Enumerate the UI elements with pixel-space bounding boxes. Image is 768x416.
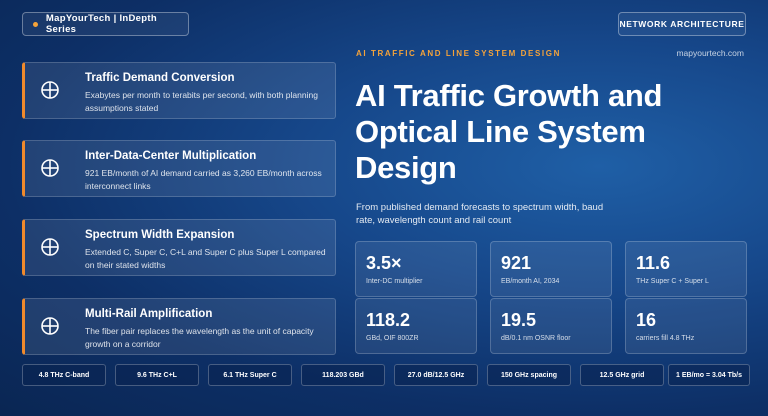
page-subtitle: From published demand forecasts to spect… [356, 202, 604, 226]
stat-label: carriers fill 4.8 THz [636, 335, 695, 342]
card-title: Traffic Demand Conversion [85, 72, 235, 84]
bullet-dot-icon [33, 21, 38, 27]
category-label: NETWORK ARCHITECTURE [619, 19, 745, 29]
spec-chip: 27.0 dB/12.5 GHz [394, 364, 478, 386]
card-description: Extended C, Super C, C+L and Super C plu… [85, 247, 326, 270]
stat-label: THz Super C + Super L [636, 278, 709, 285]
stat-label: EB/month AI, 2034 [501, 278, 560, 285]
stat-tile: 16 carriers fill 4.8 THz [625, 298, 747, 354]
crosshair-icon [41, 238, 59, 256]
page-title: AI Traffic Growth and Optical Line Syste… [355, 78, 663, 185]
brand-badge: MapYourTech | InDepth Series [22, 12, 189, 36]
card-description: Exabytes per month to terabits per secon… [85, 90, 318, 113]
card-title: Spectrum Width Expansion [85, 229, 235, 241]
feature-card: Multi-Rail Amplification The fiber pair … [22, 298, 336, 355]
stat-tile: 3.5× Inter-DC multiplier [355, 241, 477, 297]
card-description: The fiber pair replaces the wavelength a… [85, 326, 314, 349]
feature-card: Spectrum Width Expansion Extended C, Sup… [22, 219, 336, 276]
spec-chip: 150 GHz spacing [487, 364, 571, 386]
spec-chip: 9.6 THz C+L [115, 364, 199, 386]
stat-value: 19.5 [501, 310, 537, 330]
stat-label: Inter-DC multiplier [366, 278, 423, 285]
crosshair-icon [41, 159, 59, 177]
stat-label: dB/0.1 nm OSNR floor [501, 335, 571, 342]
card-description: 921 EB/month of AI demand carried as 3,2… [85, 168, 322, 191]
category-badge: NETWORK ARCHITECTURE [618, 12, 746, 36]
spec-chip: 12.5 GHz grid [580, 364, 664, 386]
stat-tile: 11.6 THz Super C + Super L [625, 241, 747, 297]
stat-tile: 921 EB/month AI, 2034 [490, 241, 612, 297]
spec-chip: 118.203 GBd [301, 364, 385, 386]
crosshair-icon [41, 81, 59, 99]
stat-tile: 118.2 GBd, OIF 800ZR [355, 298, 477, 354]
stat-value: 3.5× [366, 253, 402, 273]
eyebrow-label: AI TRAFFIC AND LINE SYSTEM DESIGN [356, 49, 561, 58]
stat-value: 118.2 [366, 310, 411, 330]
site-url: mapyourtech.com [676, 48, 744, 58]
spec-chip: 6.1 THz Super C [208, 364, 292, 386]
stat-value: 921 [501, 253, 532, 273]
stat-value: 16 [636, 310, 657, 330]
card-title: Inter-Data-Center Multiplication [85, 150, 257, 162]
stat-value: 11.6 [636, 253, 671, 273]
stat-tile: 19.5 dB/0.1 nm OSNR floor [490, 298, 612, 354]
feature-card: Traffic Demand Conversion Exabytes per m… [22, 62, 336, 119]
spec-chip: 1 EB/mo = 3.04 Tb/s [668, 364, 750, 386]
feature-card: Inter-Data-Center Multiplication 921 EB/… [22, 140, 336, 197]
stat-label: GBd, OIF 800ZR [366, 335, 419, 342]
spec-chip: 4.8 THz C-band [22, 364, 106, 386]
brand-label: MapYourTech | InDepth Series [45, 13, 157, 35]
crosshair-icon [41, 317, 59, 335]
card-title: Multi-Rail Amplification [85, 308, 213, 320]
